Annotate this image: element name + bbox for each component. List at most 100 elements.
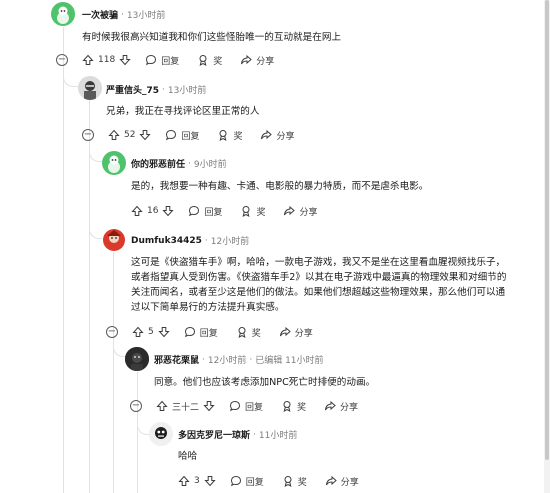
share-label: 分享 [256, 56, 275, 67]
meta-separator: · [121, 9, 124, 20]
thread-line-c5[interactable] [137, 372, 138, 493]
comment-bubble-icon [184, 326, 195, 338]
award-label: 奖 [297, 477, 307, 488]
share-icon [284, 205, 296, 216]
reply-label: 回复 [161, 56, 180, 67]
custom-avatar-icon [103, 229, 125, 251]
upvote-icon[interactable] [178, 475, 190, 487]
username-link[interactable]: 邪恶花栗鼠 [154, 353, 199, 366]
downvote-icon[interactable] [119, 54, 131, 66]
share-icon [261, 129, 273, 140]
thread-line-c2[interactable] [89, 100, 90, 493]
upvote-icon[interactable] [132, 326, 144, 338]
meta-separator: · [253, 429, 256, 440]
avatar[interactable] [51, 2, 75, 26]
share-button[interactable]: 分享 [325, 475, 359, 488]
vote-count: 3 [194, 476, 200, 486]
reply-label: 回复 [181, 131, 200, 142]
award-button[interactable]: 奖 [197, 54, 222, 67]
scrollbar-thumb[interactable] [545, 0, 549, 460]
downvote-icon[interactable] [139, 129, 152, 141]
thread-line-c1[interactable] [63, 27, 64, 493]
vote-count: 16 [147, 206, 159, 216]
award-button[interactable]: 奖 [281, 400, 306, 413]
timestamp[interactable]: 11小时前 [259, 428, 297, 441]
share-label: 分享 [299, 207, 318, 218]
share-label: 分享 [340, 402, 359, 413]
comment-bubble-icon [166, 129, 177, 141]
avatar[interactable] [78, 76, 102, 100]
username-link[interactable]: Dumfuk34425 [131, 236, 202, 246]
reply-label: 回复 [199, 328, 218, 339]
award-icon [284, 476, 292, 487]
timestamp[interactable]: 9小时前 [194, 157, 227, 170]
award-button[interactable]: 奖 [282, 475, 307, 488]
comment-body: 有时候我很高兴知道我和你们这些怪胎唯一的互动就是在网上 [82, 32, 342, 43]
reply-button[interactable]: 回复 [184, 326, 218, 339]
avatar[interactable] [102, 228, 126, 252]
award-button[interactable]: 奖 [240, 205, 265, 218]
collapse-thread-button[interactable]: − [56, 54, 68, 66]
thread-line-c4[interactable] [113, 250, 114, 493]
timestamp[interactable]: 13小时前 [127, 8, 165, 21]
comment-body-line: 过以下简单易行的方法提升真实感。 [131, 302, 285, 313]
downvote-icon[interactable] [204, 475, 216, 487]
share-icon [241, 54, 252, 65]
award-button[interactable]: 奖 [217, 129, 242, 142]
username-link[interactable]: 严重信头_75 [106, 83, 159, 96]
scrollbar[interactable] [544, 0, 550, 493]
collapse-thread-button[interactable]: − [130, 400, 142, 412]
comment-meta: 邪恶花栗鼠 · 12小时前 · 已编辑 11小时前 [154, 353, 324, 367]
comment-actions: − 118 回复 奖 分享 [56, 50, 292, 70]
award-button[interactable]: 奖 [236, 326, 261, 339]
avatar[interactable] [125, 347, 149, 371]
avatar[interactable] [149, 422, 173, 446]
comment-body-line: 或者指望真人受到伤害。《侠盗猎车手2》以其在电子游戏中最逼真的物理效果和对细节的 [131, 272, 507, 283]
share-button[interactable]: 分享 [260, 129, 295, 142]
collapse-thread-button[interactable]: − [106, 326, 118, 338]
upvote-icon[interactable] [131, 205, 143, 217]
timestamp[interactable]: 12小时前 [208, 353, 246, 366]
comment-actions: 3 回复 奖 分享 [178, 471, 377, 491]
share-button[interactable]: 分享 [279, 326, 313, 339]
username-link[interactable]: 多因克罗尼一琼斯 [178, 428, 250, 441]
reply-button[interactable]: 回复 [165, 129, 199, 142]
award-label: 奖 [297, 402, 307, 413]
vote-control: 16 [131, 205, 175, 217]
upvote-icon[interactable] [108, 129, 120, 141]
downvote-icon[interactable] [158, 326, 170, 338]
share-label: 分享 [294, 328, 313, 339]
share-button[interactable]: 分享 [283, 205, 318, 218]
vote-count: 5 [148, 327, 154, 337]
avatar[interactable] [102, 151, 126, 175]
username-link[interactable]: 一次被骗 [82, 8, 118, 21]
reply-button[interactable]: 回复 [145, 54, 179, 67]
upvote-icon[interactable] [156, 400, 168, 412]
downvote-icon[interactable] [162, 205, 175, 217]
comment-body: 同意。他们也应该考虑添加NPC死亡时排便的动画。 [154, 377, 376, 388]
reply-label: 回复 [245, 402, 264, 413]
award-label: 奖 [256, 207, 266, 218]
edited-label: 已编辑 11小时前 [255, 356, 324, 366]
award-icon [219, 130, 227, 141]
comment-bubble-icon [189, 205, 200, 217]
collapse-thread-button[interactable]: − [82, 129, 94, 141]
comment-actions: − 52 回复 奖 分享 [82, 125, 313, 145]
reply-button[interactable]: 回复 [229, 400, 263, 413]
downvote-icon[interactable] [203, 400, 215, 412]
vote-control: 52 [108, 129, 152, 141]
timestamp[interactable]: 13小时前 [168, 83, 206, 96]
reply-button[interactable]: 回复 [230, 475, 264, 488]
share-button[interactable]: 分享 [324, 400, 358, 413]
share-icon [279, 326, 291, 337]
timestamp[interactable]: 12小时前 [211, 234, 249, 247]
upvote-icon[interactable] [82, 54, 94, 66]
share-button[interactable]: 分享 [240, 54, 274, 67]
vote-control: 三十二 [156, 400, 215, 413]
comment-body-line: 关注而闻名，或者至少这是他们的做法。如果他们想超越这些物理效果，那么他们可以通 [131, 287, 506, 298]
username-link[interactable]: 你的邪恶前任 [131, 157, 185, 170]
comment-body: 兄弟，我正在寻找评论区里正常的人 [106, 106, 260, 117]
vote-count: 118 [98, 55, 116, 65]
reply-button[interactable]: 回复 [188, 205, 222, 218]
meta-separator: · [162, 84, 165, 95]
